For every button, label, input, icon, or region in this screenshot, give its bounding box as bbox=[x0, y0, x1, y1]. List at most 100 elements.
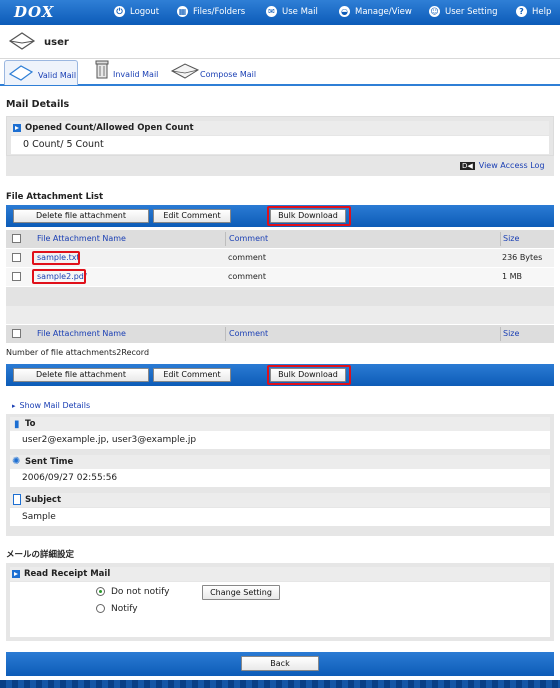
delete-attachment-button-bottom[interactable]: Delete file attachment bbox=[13, 368, 149, 382]
column-footer-name[interactable]: File Attachment Name bbox=[37, 329, 126, 338]
row-checkbox[interactable] bbox=[12, 253, 21, 262]
nav-files-folders[interactable]: ▦ Files/Folders bbox=[177, 6, 245, 17]
sent-time-value: 2006/09/27 02:55:56 bbox=[10, 469, 550, 487]
nav-help[interactable]: ? Help bbox=[516, 6, 551, 17]
column-divider bbox=[500, 232, 501, 246]
bullet-icon bbox=[13, 124, 21, 132]
bulk-download-highlight bbox=[267, 206, 351, 226]
table-header-row: File Attachment Name Comment Size bbox=[6, 230, 554, 248]
nav-use-mail[interactable]: ✉ Use Mail bbox=[266, 6, 318, 17]
attachment-size: 236 Bytes bbox=[502, 253, 543, 262]
column-header-comment[interactable]: Comment bbox=[229, 234, 268, 243]
nav-manage-view[interactable]: ◒ Manage/View bbox=[339, 6, 412, 17]
read-receipt-box: Read Receipt Mail Do not notify Notify C… bbox=[6, 563, 554, 641]
manage-icon: ◒ bbox=[339, 6, 350, 17]
user-bar: user bbox=[0, 25, 560, 59]
folders-icon: ▦ bbox=[177, 6, 188, 17]
row-checkbox[interactable] bbox=[12, 272, 21, 281]
tab-invalid-mail[interactable]: Invalid Mail bbox=[92, 60, 164, 85]
table-row: sample.txt comment 236 Bytes bbox=[6, 249, 554, 267]
to-value: user2@example.jp, user3@example.jp bbox=[10, 431, 550, 449]
sample2-pdf-highlight bbox=[32, 269, 86, 284]
attachment-table: File Attachment Name Comment Size sample… bbox=[6, 230, 554, 350]
envelope-icon bbox=[8, 65, 34, 81]
column-header-name[interactable]: File Attachment Name bbox=[37, 234, 126, 243]
table-row: sample2.pdf comment 1 MB bbox=[6, 268, 554, 286]
empty-row bbox=[6, 287, 554, 306]
option-notify-label: Notify bbox=[111, 604, 138, 614]
attachment-count-text: Number of file attachments2Record bbox=[6, 348, 150, 357]
nav-logout[interactable]: ⏻ Logout bbox=[114, 6, 159, 17]
nav-logout-label: Logout bbox=[130, 7, 160, 17]
advanced-settings-title: メールの詳細設定 bbox=[6, 550, 75, 560]
select-all-checkbox[interactable] bbox=[12, 234, 21, 243]
tab-valid-mail-label: Valid Mail bbox=[38, 71, 77, 80]
delete-attachment-button[interactable]: Delete file attachment bbox=[13, 209, 149, 223]
sample-txt-highlight bbox=[32, 251, 80, 265]
nav-use-mail-label: Use Mail bbox=[282, 7, 318, 17]
column-divider bbox=[225, 327, 226, 341]
user-setting-icon: ☺ bbox=[429, 6, 440, 17]
attachment-comment: comment bbox=[228, 272, 267, 281]
subject-header: Subject bbox=[10, 493, 550, 507]
option-do-not-notify-label: Do not notify bbox=[111, 587, 170, 597]
attachment-size: 1 MB bbox=[502, 272, 523, 281]
document-icon bbox=[13, 494, 21, 505]
mail-tabs: Valid Mail Invalid Mail Compose Mail bbox=[0, 59, 560, 86]
tab-compose-mail-label[interactable]: Compose Mail bbox=[200, 70, 256, 79]
nav-help-label: Help bbox=[532, 7, 552, 17]
read-receipt-header: Read Receipt Mail bbox=[10, 567, 550, 581]
mail-envelope-icon bbox=[8, 32, 36, 50]
user-name: user bbox=[44, 37, 69, 48]
tab-valid-mail[interactable]: Valid Mail bbox=[4, 60, 78, 85]
mail-details-title: Mail Details bbox=[6, 99, 70, 110]
clock-icon: ✺ bbox=[12, 456, 21, 467]
footer-stripe bbox=[0, 680, 560, 688]
nav-user-setting-label: User Setting bbox=[445, 7, 498, 17]
edit-comment-button[interactable]: Edit Comment bbox=[153, 209, 231, 223]
open-count-header: Opened Count/Allowed Open Count bbox=[11, 121, 549, 135]
to-header: ▮ To bbox=[10, 417, 550, 431]
option-do-not-notify[interactable]: Do not notify bbox=[96, 587, 169, 597]
column-footer-comment[interactable]: Comment bbox=[229, 329, 268, 338]
mail-icon: ✉ bbox=[266, 6, 277, 17]
open-count-box: Opened Count/Allowed Open Count 0 Count/… bbox=[6, 116, 554, 156]
read-receipt-body: Do not notify Notify Change Setting bbox=[10, 582, 550, 637]
show-mail-details-label[interactable]: Show Mail Details bbox=[20, 401, 91, 410]
open-count-label: Opened Count/Allowed Open Count bbox=[25, 123, 194, 133]
radio-notify[interactable] bbox=[96, 604, 105, 613]
column-footer-size[interactable]: Size bbox=[503, 329, 519, 338]
compose-mail-icon bbox=[170, 63, 200, 79]
back-button[interactable]: Back bbox=[241, 656, 319, 671]
table-footer-header-row: File Attachment Name Comment Size bbox=[6, 325, 554, 343]
change-setting-button[interactable]: Change Setting bbox=[202, 585, 280, 600]
select-all-checkbox-bottom[interactable] bbox=[12, 329, 21, 338]
expand-arrow-icon: ▸ bbox=[12, 402, 16, 410]
nav-user-setting[interactable]: ☺ User Setting bbox=[429, 6, 498, 17]
bulk-download-highlight-bottom bbox=[267, 365, 351, 385]
view-access-log-label[interactable]: View Access Log bbox=[479, 161, 545, 170]
show-mail-details-link[interactable]: ▸ Show Mail Details bbox=[12, 401, 90, 410]
tab-compose-mail[interactable]: Compose Mail bbox=[170, 60, 260, 85]
access-log-icon: D◀ bbox=[460, 162, 475, 170]
recipient-icon: ▮ bbox=[14, 419, 20, 430]
help-icon: ? bbox=[516, 6, 527, 17]
view-access-log-link[interactable]: D◀ View Access Log bbox=[460, 161, 545, 170]
nav-files-folders-label: Files/Folders bbox=[193, 7, 246, 17]
radio-do-not-notify[interactable] bbox=[96, 587, 105, 596]
app-logo: DOX bbox=[14, 3, 55, 21]
attachment-comment: comment bbox=[228, 253, 267, 262]
sent-time-header: ✺ Sent Time bbox=[10, 455, 550, 469]
column-divider bbox=[225, 232, 226, 246]
option-notify[interactable]: Notify bbox=[96, 604, 138, 614]
trash-icon bbox=[95, 60, 109, 79]
tab-invalid-mail-label[interactable]: Invalid Mail bbox=[113, 70, 158, 79]
column-header-size[interactable]: Size bbox=[503, 234, 519, 243]
subject-value: Sample bbox=[10, 508, 550, 526]
mail-details-box: ▮ To user2@example.jp, user3@example.jp … bbox=[6, 414, 554, 536]
bottom-action-bar: Back bbox=[6, 652, 554, 676]
attachment-list-title: File Attachment List bbox=[6, 192, 104, 202]
nav-manage-view-label: Manage/View bbox=[355, 7, 412, 17]
logout-icon: ⏻ bbox=[114, 6, 125, 17]
edit-comment-button-bottom[interactable]: Edit Comment bbox=[153, 368, 231, 382]
